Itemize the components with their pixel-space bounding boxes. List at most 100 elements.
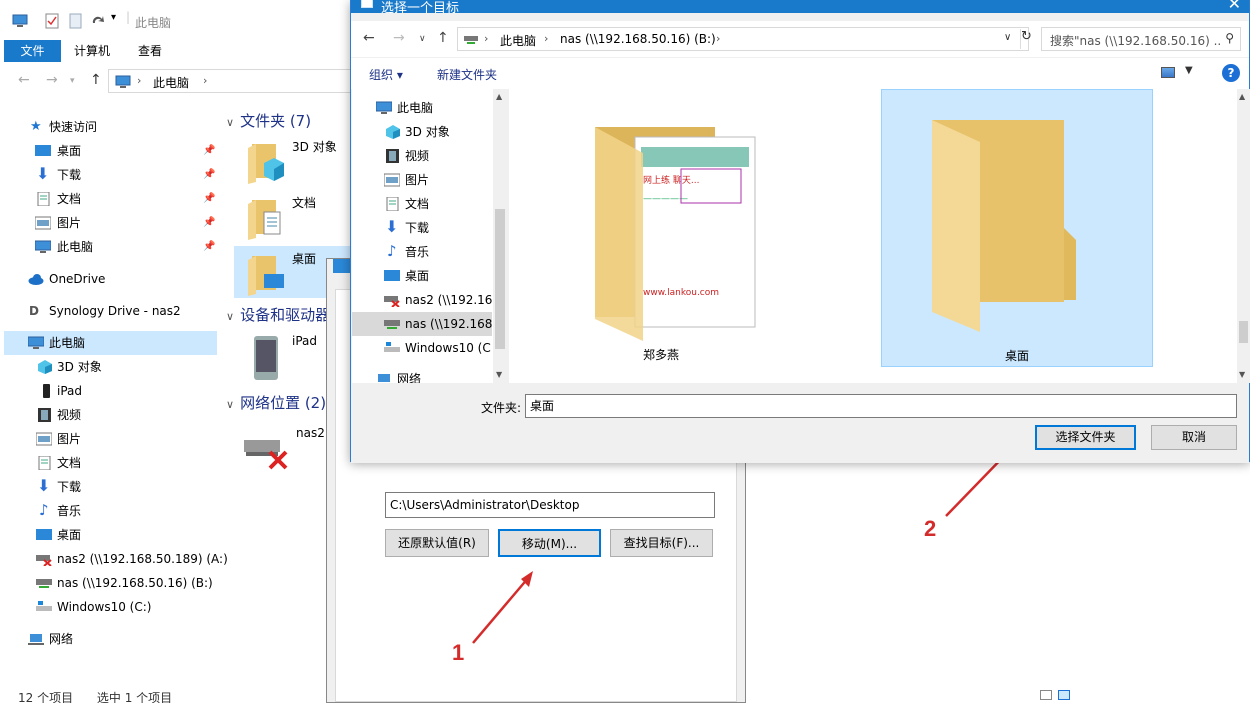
nav-item-quick-access[interactable]: ★ 快速访问 <box>4 115 217 139</box>
tree-item-this-pc[interactable]: 此电脑 <box>352 96 492 120</box>
properties-icon[interactable] <box>44 13 60 29</box>
nav-item-nas-drive[interactable]: nas (\\192.168.50.16) (B:) <box>4 571 217 595</box>
tree-item-downloads[interactable]: ⬇ 下载 <box>352 216 492 240</box>
network-drive-disconnected-icon <box>384 296 400 307</box>
folder-field-label: 文件夹: <box>481 401 522 415</box>
scrollbar-thumb[interactable] <box>1239 321 1248 343</box>
search-input[interactable]: 搜索"nas (\\192.168.50.16) ... ⚲ <box>1041 27 1241 51</box>
explorer-address-input[interactable]: › 此电脑 › <box>108 69 358 93</box>
restore-default-button[interactable]: 还原默认值(R) <box>385 529 489 557</box>
network-icon <box>378 374 390 382</box>
nav-item-pictures-pc[interactable]: 图片 <box>4 427 217 451</box>
customize-quick-access-icon[interactable]: ▾ <box>111 12 116 23</box>
scrollbar-thumb[interactable] <box>495 209 505 349</box>
up-arrow-icon[interactable]: ↑ <box>437 30 449 46</box>
breadcrumb-this-pc[interactable]: 此电脑 <box>500 32 536 49</box>
change-view-icon[interactable] <box>1161 67 1175 78</box>
nav-item-documents-pc[interactable]: 文档 <box>4 451 217 475</box>
tree-item-music[interactable]: ♪ 音乐 <box>352 240 492 264</box>
tree-item-videos[interactable]: 视频 <box>352 144 492 168</box>
nav-item-this-pc[interactable]: 此电脑 <box>4 331 217 355</box>
back-arrow-icon[interactable]: ← <box>18 72 30 88</box>
up-arrow-icon[interactable]: ↑ <box>90 72 102 88</box>
forward-arrow-icon[interactable]: → <box>393 30 405 46</box>
scroll-up-icon[interactable]: ▲ <box>496 92 502 101</box>
nav-item-desktop-pc[interactable]: 桌面 <box>4 523 217 547</box>
file-list-scrollbar[interactable]: ▲ ▼ <box>1237 89 1250 383</box>
forward-arrow-icon[interactable]: → <box>46 72 58 88</box>
tree-item-windows10-drive[interactable]: Windows10 (C: <box>352 336 492 360</box>
scroll-down-icon[interactable]: ▼ <box>496 370 502 379</box>
address-dropdown-icon[interactable]: ∨ <box>1004 32 1011 43</box>
tab-view[interactable]: 查看 <box>138 40 162 62</box>
recent-locations-icon[interactable]: ▾ <box>70 76 75 86</box>
nav-item-nas2-drive[interactable]: nas2 (\\192.168.50.189) (A:) <box>4 547 228 571</box>
tree-item-nas-drive[interactable]: nas (\\192.168. <box>352 312 492 336</box>
details-view-icon[interactable] <box>1040 690 1052 700</box>
tree-scrollbar[interactable]: ▲ ▼ <box>493 89 507 383</box>
nav-item-ipad[interactable]: iPad <box>4 379 217 403</box>
group-header-devices[interactable]: ∨ 设备和驱动器 <box>226 304 330 325</box>
nav-item-this-pc-pinned[interactable]: 此电脑 📌 <box>4 235 217 259</box>
nav-item-onedrive[interactable]: OneDrive <box>4 267 217 291</box>
new-folder-icon[interactable] <box>68 13 84 29</box>
scroll-up-icon[interactable]: ▲ <box>1239 92 1245 101</box>
breadcrumb-nas-drive[interactable]: nas (\\192.168.50.16) (B:) <box>560 32 716 46</box>
nav-item-documents[interactable]: 文档 📌 <box>4 187 217 211</box>
view-toggle-icons[interactable] <box>1040 690 1070 703</box>
dialog-address-input[interactable]: › 此电脑 › nas (\\192.168.50.16) (B:) › ∨ ↻ <box>457 27 1032 51</box>
nav-item-3d-objects[interactable]: 3D 对象 <box>4 355 217 379</box>
nav-item-synology-drive[interactable]: D Synology Drive - nas2 <box>4 299 217 323</box>
new-folder-button[interactable]: 新建文件夹 <box>437 66 497 83</box>
tree-item-3d-objects[interactable]: 3D 对象 <box>352 120 492 144</box>
search-icon[interactable]: ⚲ <box>1225 31 1234 45</box>
nav-item-network[interactable]: 网络 <box>4 627 217 651</box>
nav-item-desktop[interactable]: 桌面 📌 <box>4 139 217 163</box>
tree-item-network[interactable]: 网络 <box>352 367 492 383</box>
find-target-button[interactable]: 查找目标(F)... <box>610 529 713 557</box>
nav-item-videos[interactable]: 视频 <box>4 403 217 427</box>
folder-tile[interactable]: 网上练 聊天... ————— www.lankou.com 郑多燕 <box>525 89 797 367</box>
tree-item-nas2-drive[interactable]: nas2 (\\192.168 <box>352 288 492 312</box>
refresh-icon[interactable]: ↻ <box>1021 29 1032 44</box>
organize-button[interactable]: 组织 ▾ <box>369 66 403 83</box>
tree-item-desktop[interactable]: 桌面 <box>352 264 492 288</box>
tree-item-documents[interactable]: 文档 <box>352 192 492 216</box>
star-icon: ★ <box>30 119 42 134</box>
title-separator: | <box>126 10 131 24</box>
tree-item-pictures[interactable]: 图片 <box>352 168 492 192</box>
nav-item-windows10-drive[interactable]: Windows10 (C:) <box>4 595 217 619</box>
tile-3d-objects[interactable]: 3D 对象 <box>234 134 354 186</box>
dialog-file-list: 网上练 聊天... ————— www.lankou.com 郑多燕 桌面 <box>509 89 1237 383</box>
move-button[interactable]: 移动(M)... <box>498 529 601 557</box>
pin-icon[interactable]: 📌 <box>203 163 215 187</box>
nav-item-downloads-pc[interactable]: ⬇ 下载 <box>4 475 217 499</box>
pin-icon[interactable]: 📌 <box>203 211 215 235</box>
redo-icon[interactable] <box>90 13 106 29</box>
folder-tile-selected[interactable]: 桌面 <box>881 89 1153 367</box>
recent-locations-icon[interactable]: ∨ <box>419 34 426 44</box>
chevron-down-icon[interactable]: ▼ <box>1185 65 1193 76</box>
select-target-dialog: 选择一个目标 ✕ ← → ∨ ↑ › 此电脑 › nas (\\192.168.… <box>350 0 1250 463</box>
tab-computer[interactable]: 计算机 <box>74 40 110 62</box>
help-icon[interactable]: ? <box>1222 64 1240 82</box>
group-header-network[interactable]: ∨ 网络位置 (2) <box>226 392 326 413</box>
tab-file[interactable]: 文件 <box>4 40 61 62</box>
scroll-down-icon[interactable]: ▼ <box>1239 370 1245 379</box>
cancel-button[interactable]: 取消 <box>1151 425 1237 450</box>
nav-item-pictures[interactable]: 图片 📌 <box>4 211 217 235</box>
address-segment[interactable]: 此电脑 <box>153 74 189 91</box>
folder-name-input[interactable]: 桌面 <box>525 394 1237 418</box>
nav-item-downloads[interactable]: ⬇ 下载 📌 <box>4 163 217 187</box>
location-path-input[interactable]: C:\Users\Administrator\Desktop <box>385 492 715 518</box>
pin-icon[interactable]: 📌 <box>203 139 215 163</box>
tile-documents[interactable]: 文档 <box>234 190 354 242</box>
select-folder-button[interactable]: 选择文件夹 <box>1035 425 1136 450</box>
close-icon[interactable]: ✕ <box>1228 0 1241 13</box>
pin-icon[interactable]: 📌 <box>203 235 215 259</box>
pin-icon[interactable]: 📌 <box>203 187 215 211</box>
nav-item-music[interactable]: ♪ 音乐 <box>4 499 217 523</box>
tiles-view-icon[interactable] <box>1058 690 1070 700</box>
back-arrow-icon[interactable]: ← <box>363 30 375 46</box>
group-header-folders[interactable]: ∨ 文件夹 (7) <box>226 110 311 131</box>
